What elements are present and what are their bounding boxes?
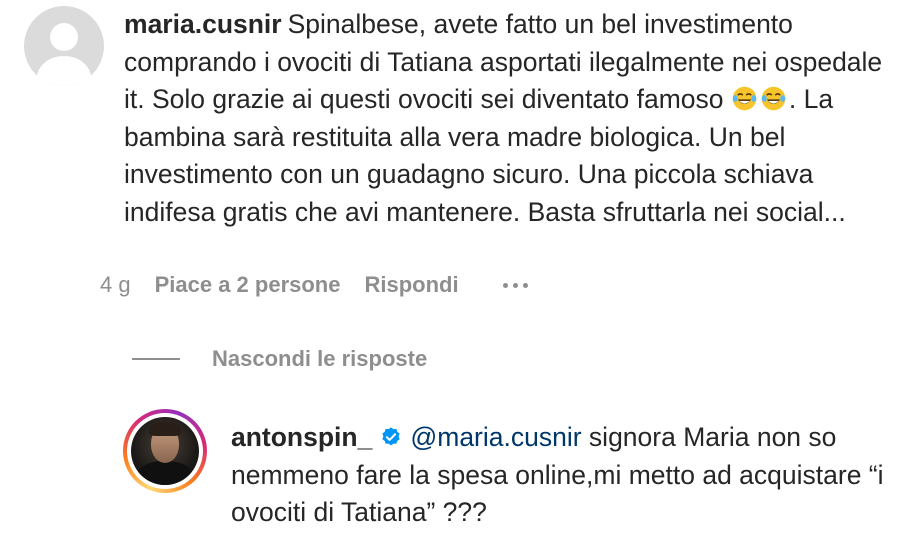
tears-of-joy-emoji-icon (732, 86, 757, 111)
likes-count-button[interactable]: Piace a 2 persone (155, 272, 341, 298)
reply-button[interactable]: Rispondi (364, 272, 458, 298)
reply-username[interactable]: antonspin_ (231, 422, 372, 452)
comment-meta-row: 4 g Piace a 2 persone Rispondi (100, 272, 528, 298)
comment-username[interactable]: maria.cusnir (124, 9, 282, 39)
photo-hair (149, 422, 181, 436)
verified-badge-icon (382, 427, 400, 446)
tears-of-joy-emoji-icon (761, 86, 786, 111)
default-avatar[interactable] (24, 6, 104, 86)
comment-text: maria.cusnir Spinalbese, avete fatto un b… (124, 6, 904, 231)
mention-link[interactable]: @maria.cusnir (410, 422, 581, 452)
avatar-shoulders-shape (37, 56, 91, 86)
comment-timestamp[interactable]: 4 g (100, 272, 131, 298)
avatar-head-shape (50, 23, 78, 51)
hide-replies-toggle[interactable]: Nascondi le risposte (132, 346, 427, 372)
profile-photo (131, 417, 199, 485)
hide-replies-label[interactable]: Nascondi le risposte (212, 346, 427, 372)
story-ring-avatar[interactable] (123, 409, 207, 493)
photo-body (137, 461, 193, 485)
divider-line (132, 358, 180, 360)
more-options-icon[interactable] (502, 282, 528, 288)
avatar-ring-gap (127, 413, 203, 489)
reply-text: antonspin_ @maria.cusnir signora Maria no… (231, 419, 911, 532)
